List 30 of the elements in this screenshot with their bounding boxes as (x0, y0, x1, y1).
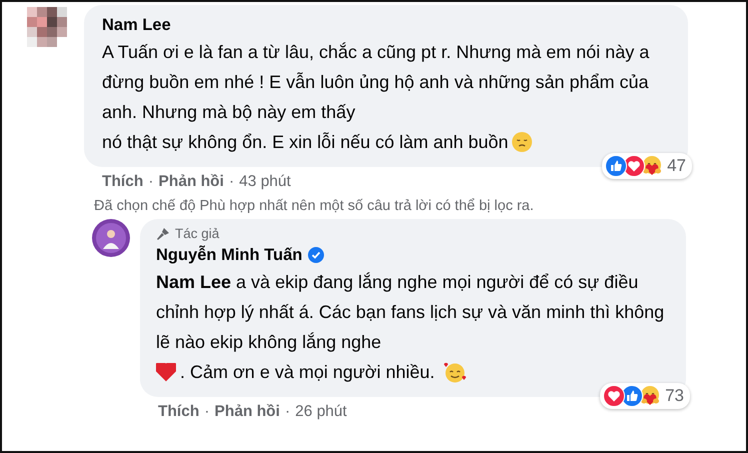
smiling-face-with-hearts-icon (442, 361, 467, 383)
love-reaction-icon (603, 385, 626, 407)
reaction-summary[interactable]: 47 (602, 153, 692, 179)
comment-text: Nam Lee a và ekip đang lắng nghe mọi người để có sự điều chỉnh hợp lý nhất á. Các bạn fans lịch sự và văn minh thì không lẽ nào ekip không lắng nghe (156, 271, 666, 354)
separator-dot: · (284, 403, 290, 421)
love-reaction-icon (623, 155, 646, 177)
separator-dot: · (204, 403, 210, 421)
comment-action-link[interactable]: Phản hồi (158, 173, 224, 191)
comment-action-link[interactable]: Phản hồi (214, 403, 280, 421)
comment-action-link[interactable]: Thích (102, 173, 144, 191)
care-reaction-icon (639, 385, 662, 407)
comment-action-link[interactable]: Thích (158, 403, 200, 421)
microphone-icon (156, 227, 170, 241)
comment-time: 26 phút (295, 403, 347, 421)
comment-text: nó thật sự không ổn. E xin lỗi nếu có làm anh buồn (102, 131, 508, 154)
commenter-name[interactable]: Nguyễn Minh Tuấn (156, 243, 302, 267)
reaction-summary[interactable]: 73 (600, 383, 690, 409)
like-reaction-icon (605, 155, 628, 177)
filter-notice: Đã chọn chế độ Phù hợp nhất nên một số câu trả lời có thể bị lọc ra. (93, 197, 535, 216)
separator-dot: · (148, 173, 154, 191)
author-label: Tác giả (175, 225, 220, 243)
like-reaction-icon (621, 385, 644, 407)
comment-text: . Cảm ơn e và mọi người nhiều. (180, 361, 435, 384)
care-reaction-icon (641, 155, 664, 177)
commenter-name[interactable]: Nam Lee (102, 13, 171, 37)
avatar (92, 219, 130, 257)
heart-icon (156, 362, 176, 382)
comment-time: 43 phút (239, 173, 291, 191)
sad-face-icon (512, 132, 532, 152)
separator-dot: · (228, 173, 234, 191)
